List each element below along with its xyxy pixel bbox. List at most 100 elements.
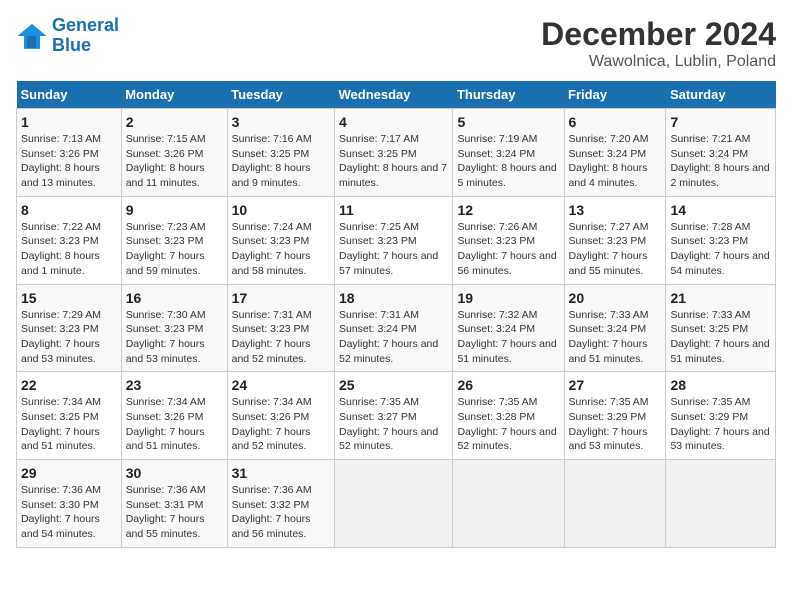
calendar-cell: 29 Sunrise: 7:36 AMSunset: 3:30 PMDaylig… (17, 460, 122, 548)
calendar-table: SundayMondayTuesdayWednesdayThursdayFrid… (16, 81, 776, 548)
calendar-cell: 9 Sunrise: 7:23 AMSunset: 3:23 PMDayligh… (121, 196, 227, 284)
calendar-cell: 2 Sunrise: 7:15 AMSunset: 3:26 PMDayligh… (121, 109, 227, 197)
logo-icon (16, 20, 48, 52)
day-info: Sunrise: 7:31 AMSunset: 3:24 PMDaylight:… (339, 308, 448, 367)
day-number: 4 (339, 114, 448, 130)
calendar-cell (334, 460, 452, 548)
title-section: December 2024 Wawolnica, Lublin, Poland (541, 16, 776, 71)
calendar-cell: 5 Sunrise: 7:19 AMSunset: 3:24 PMDayligh… (453, 109, 564, 197)
day-number: 29 (21, 465, 117, 481)
calendar-cell: 14 Sunrise: 7:28 AMSunset: 3:23 PMDaylig… (666, 196, 776, 284)
day-info: Sunrise: 7:23 AMSunset: 3:23 PMDaylight:… (126, 220, 223, 279)
calendar-cell: 15 Sunrise: 7:29 AMSunset: 3:23 PMDaylig… (17, 284, 122, 372)
calendar-cell: 12 Sunrise: 7:26 AMSunset: 3:23 PMDaylig… (453, 196, 564, 284)
calendar-cell: 7 Sunrise: 7:21 AMSunset: 3:24 PMDayligh… (666, 109, 776, 197)
calendar-cell: 25 Sunrise: 7:35 AMSunset: 3:27 PMDaylig… (334, 372, 452, 460)
page-header: General Blue December 2024 Wawolnica, Lu… (16, 16, 776, 71)
day-info: Sunrise: 7:26 AMSunset: 3:23 PMDaylight:… (457, 220, 559, 279)
calendar-week-2: 8 Sunrise: 7:22 AMSunset: 3:23 PMDayligh… (17, 196, 776, 284)
day-number: 1 (21, 114, 117, 130)
day-number: 16 (126, 290, 223, 306)
calendar-cell: 17 Sunrise: 7:31 AMSunset: 3:23 PMDaylig… (227, 284, 334, 372)
day-number: 31 (232, 465, 330, 481)
day-number: 21 (670, 290, 771, 306)
calendar-cell (453, 460, 564, 548)
day-info: Sunrise: 7:29 AMSunset: 3:23 PMDaylight:… (21, 308, 117, 367)
day-info: Sunrise: 7:34 AMSunset: 3:25 PMDaylight:… (21, 395, 117, 454)
day-number: 26 (457, 377, 559, 393)
calendar-cell: 3 Sunrise: 7:16 AMSunset: 3:25 PMDayligh… (227, 109, 334, 197)
day-number: 17 (232, 290, 330, 306)
day-info: Sunrise: 7:20 AMSunset: 3:24 PMDaylight:… (569, 132, 662, 191)
day-info: Sunrise: 7:36 AMSunset: 3:31 PMDaylight:… (126, 483, 223, 542)
day-number: 8 (21, 202, 117, 218)
day-info: Sunrise: 7:13 AMSunset: 3:26 PMDaylight:… (21, 132, 117, 191)
day-number: 18 (339, 290, 448, 306)
weekday-header-monday: Monday (121, 81, 227, 109)
day-number: 25 (339, 377, 448, 393)
calendar-cell: 27 Sunrise: 7:35 AMSunset: 3:29 PMDaylig… (564, 372, 666, 460)
day-number: 13 (569, 202, 662, 218)
day-info: Sunrise: 7:31 AMSunset: 3:23 PMDaylight:… (232, 308, 330, 367)
day-info: Sunrise: 7:16 AMSunset: 3:25 PMDaylight:… (232, 132, 330, 191)
calendar-cell (564, 460, 666, 548)
day-number: 12 (457, 202, 559, 218)
weekday-header-friday: Friday (564, 81, 666, 109)
day-info: Sunrise: 7:19 AMSunset: 3:24 PMDaylight:… (457, 132, 559, 191)
calendar-week-5: 29 Sunrise: 7:36 AMSunset: 3:30 PMDaylig… (17, 460, 776, 548)
day-info: Sunrise: 7:33 AMSunset: 3:25 PMDaylight:… (670, 308, 771, 367)
day-info: Sunrise: 7:24 AMSunset: 3:23 PMDaylight:… (232, 220, 330, 279)
day-number: 15 (21, 290, 117, 306)
calendar-cell: 4 Sunrise: 7:17 AMSunset: 3:25 PMDayligh… (334, 109, 452, 197)
day-info: Sunrise: 7:34 AMSunset: 3:26 PMDaylight:… (126, 395, 223, 454)
day-number: 9 (126, 202, 223, 218)
day-info: Sunrise: 7:28 AMSunset: 3:23 PMDaylight:… (670, 220, 771, 279)
calendar-cell: 23 Sunrise: 7:34 AMSunset: 3:26 PMDaylig… (121, 372, 227, 460)
calendar-cell: 30 Sunrise: 7:36 AMSunset: 3:31 PMDaylig… (121, 460, 227, 548)
logo-line2: Blue (52, 35, 91, 55)
calendar-cell: 6 Sunrise: 7:20 AMSunset: 3:24 PMDayligh… (564, 109, 666, 197)
day-info: Sunrise: 7:17 AMSunset: 3:25 PMDaylight:… (339, 132, 448, 191)
day-number: 11 (339, 202, 448, 218)
day-number: 28 (670, 377, 771, 393)
logo-text: General Blue (52, 16, 119, 56)
day-number: 3 (232, 114, 330, 130)
day-info: Sunrise: 7:22 AMSunset: 3:23 PMDaylight:… (21, 220, 117, 279)
day-number: 27 (569, 377, 662, 393)
calendar-cell: 8 Sunrise: 7:22 AMSunset: 3:23 PMDayligh… (17, 196, 122, 284)
weekday-header-row: SundayMondayTuesdayWednesdayThursdayFrid… (17, 81, 776, 109)
weekday-header-wednesday: Wednesday (334, 81, 452, 109)
day-info: Sunrise: 7:35 AMSunset: 3:29 PMDaylight:… (569, 395, 662, 454)
calendar-week-1: 1 Sunrise: 7:13 AMSunset: 3:26 PMDayligh… (17, 109, 776, 197)
weekday-header-thursday: Thursday (453, 81, 564, 109)
calendar-week-4: 22 Sunrise: 7:34 AMSunset: 3:25 PMDaylig… (17, 372, 776, 460)
page-title: December 2024 (541, 16, 776, 53)
calendar-cell: 10 Sunrise: 7:24 AMSunset: 3:23 PMDaylig… (227, 196, 334, 284)
calendar-cell: 19 Sunrise: 7:32 AMSunset: 3:24 PMDaylig… (453, 284, 564, 372)
day-number: 30 (126, 465, 223, 481)
calendar-cell: 28 Sunrise: 7:35 AMSunset: 3:29 PMDaylig… (666, 372, 776, 460)
calendar-cell: 26 Sunrise: 7:35 AMSunset: 3:28 PMDaylig… (453, 372, 564, 460)
weekday-header-tuesday: Tuesday (227, 81, 334, 109)
day-info: Sunrise: 7:21 AMSunset: 3:24 PMDaylight:… (670, 132, 771, 191)
day-number: 2 (126, 114, 223, 130)
day-number: 7 (670, 114, 771, 130)
day-info: Sunrise: 7:15 AMSunset: 3:26 PMDaylight:… (126, 132, 223, 191)
logo-line1: General (52, 15, 119, 35)
day-info: Sunrise: 7:36 AMSunset: 3:32 PMDaylight:… (232, 483, 330, 542)
day-info: Sunrise: 7:33 AMSunset: 3:24 PMDaylight:… (569, 308, 662, 367)
calendar-week-3: 15 Sunrise: 7:29 AMSunset: 3:23 PMDaylig… (17, 284, 776, 372)
weekday-header-saturday: Saturday (666, 81, 776, 109)
day-number: 14 (670, 202, 771, 218)
calendar-cell (666, 460, 776, 548)
day-info: Sunrise: 7:32 AMSunset: 3:24 PMDaylight:… (457, 308, 559, 367)
day-number: 5 (457, 114, 559, 130)
calendar-cell: 18 Sunrise: 7:31 AMSunset: 3:24 PMDaylig… (334, 284, 452, 372)
logo: General Blue (16, 16, 119, 56)
day-number: 23 (126, 377, 223, 393)
day-number: 22 (21, 377, 117, 393)
day-number: 10 (232, 202, 330, 218)
day-info: Sunrise: 7:25 AMSunset: 3:23 PMDaylight:… (339, 220, 448, 279)
day-info: Sunrise: 7:35 AMSunset: 3:27 PMDaylight:… (339, 395, 448, 454)
calendar-cell: 1 Sunrise: 7:13 AMSunset: 3:26 PMDayligh… (17, 109, 122, 197)
